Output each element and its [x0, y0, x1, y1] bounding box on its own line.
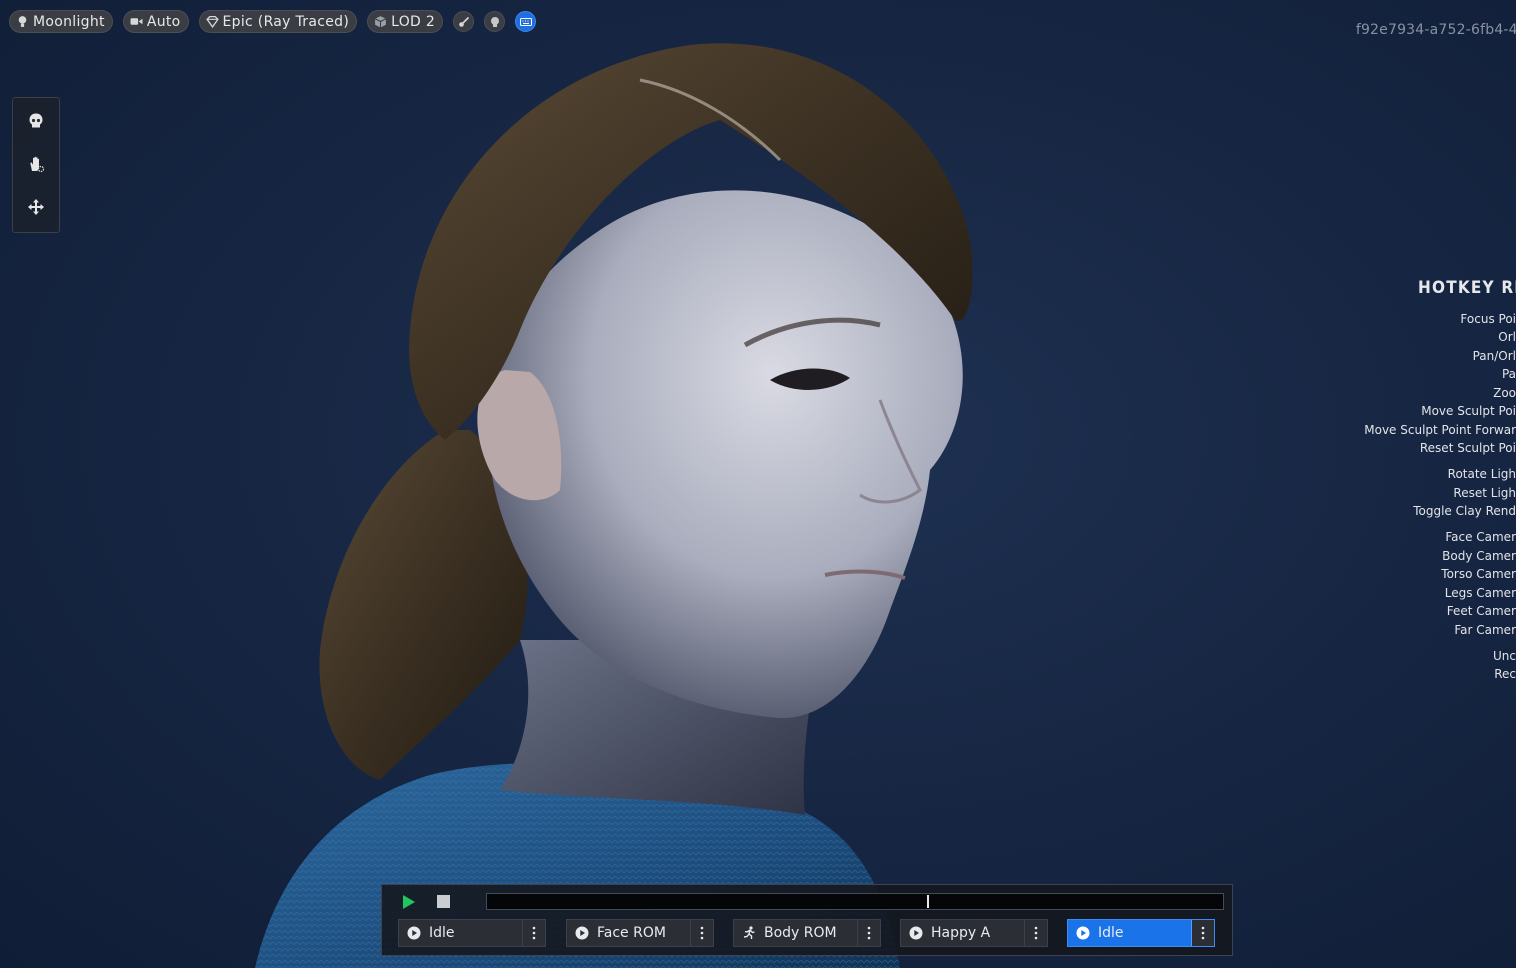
keyboard-icon: [519, 16, 532, 28]
kebab-icon: [532, 926, 536, 940]
sculpt-hand-icon: [27, 155, 45, 173]
hotkey-item: Legs Camer: [1444, 586, 1516, 600]
more-options-button[interactable]: [1191, 920, 1214, 946]
lighting-dropdown[interactable]: Moonlight: [9, 10, 113, 33]
hotkey-item: Move Sculpt Point Forwar: [1364, 423, 1516, 437]
animation-timeline[interactable]: [486, 893, 1224, 910]
brush-button[interactable]: [453, 11, 475, 32]
sculpt-tool-button[interactable]: [25, 153, 47, 175]
animation-label: Happy A: [931, 925, 991, 941]
tool-palette: [12, 97, 60, 233]
animation-button-face-rom[interactable]: Face ROM: [566, 919, 714, 947]
diamond-icon: [205, 15, 219, 28]
camera-mode-label: Auto: [146, 13, 181, 30]
quality-dropdown[interactable]: Epic (Ray Traced): [198, 10, 358, 33]
skull-icon: [27, 112, 45, 130]
hotkey-item: Face Camer: [1445, 530, 1516, 544]
3d-viewport[interactable]: [0, 0, 1516, 968]
running-figure-icon: [742, 926, 756, 940]
move-tool-button[interactable]: [25, 196, 47, 218]
lod-dropdown[interactable]: LOD 2: [367, 10, 444, 33]
hotkey-item: Feet Camer: [1446, 604, 1516, 618]
more-options-button[interactable]: [857, 920, 880, 946]
hotkey-item: Pa: [1501, 367, 1516, 381]
play-circle-icon: [1076, 926, 1090, 940]
kebab-icon: [700, 926, 704, 940]
move-arrows-icon: [27, 198, 45, 216]
hotkey-item: Zoo: [1493, 386, 1516, 400]
play-button[interactable]: [402, 894, 416, 910]
quality-label: Epic (Ray Traced): [222, 13, 350, 30]
video-camera-icon: [130, 15, 143, 28]
play-circle-icon: [575, 926, 589, 940]
hotkey-item: Orl: [1498, 330, 1516, 344]
animation-label: Idle: [429, 925, 455, 941]
top-toolbar: Moonlight Auto Epic (Ray Traced) LOD 2: [9, 10, 537, 33]
animation-button-idle-selected[interactable]: Idle: [1067, 919, 1215, 947]
character-render: [255, 43, 973, 968]
play-icon: [403, 895, 415, 909]
more-options-button[interactable]: [690, 920, 713, 946]
animation-button-happy-a[interactable]: Happy A: [900, 919, 1048, 947]
hotkey-item: Rec: [1494, 667, 1516, 681]
kebab-icon: [867, 926, 871, 940]
hotkey-item: Rotate Ligh: [1447, 467, 1516, 481]
kebab-icon: [1034, 926, 1038, 940]
hotkey-item: Focus Poi: [1460, 312, 1516, 326]
lod-label: LOD 2: [391, 13, 436, 30]
brush-icon: [458, 16, 470, 28]
animation-button-idle[interactable]: Idle: [398, 919, 546, 947]
cube-icon: [374, 15, 387, 28]
hotkey-item: Toggle Clay Rend: [1413, 504, 1516, 518]
hotkey-item: Reset Sculpt Poi: [1419, 441, 1516, 455]
head-icon: [489, 16, 501, 28]
lighting-label: Moonlight: [33, 13, 105, 30]
hotkey-item: Pan/Orl: [1472, 349, 1516, 363]
more-options-button[interactable]: [522, 920, 545, 946]
animation-label: Body ROM: [764, 925, 837, 941]
play-circle-icon: [407, 926, 421, 940]
kebab-icon: [1201, 926, 1205, 940]
hotkey-item: Move Sculpt Poi: [1421, 404, 1516, 418]
hotkey-item: Body Camer: [1442, 549, 1516, 563]
head-button[interactable]: [484, 11, 506, 32]
session-id: f92e7934-a752-6fb4-42b: [1355, 22, 1516, 38]
lightbulb-icon: [16, 15, 29, 28]
skull-tool-button[interactable]: [25, 110, 47, 132]
animation-label: Face ROM: [597, 925, 666, 941]
hotkey-item: Reset Ligh: [1453, 486, 1516, 500]
animation-label: Idle: [1098, 925, 1124, 941]
stop-button[interactable]: [437, 895, 450, 908]
animation-button-body-rom[interactable]: Body ROM: [733, 919, 881, 947]
timeline-playhead[interactable]: [927, 895, 929, 908]
animation-panel: Idle Face ROM Body ROM Happy A Idle: [381, 884, 1233, 956]
hotkey-panel-title: HOTKEY REI: [1418, 278, 1516, 298]
keyboard-button[interactable]: [515, 11, 537, 32]
play-circle-icon: [909, 926, 923, 940]
hotkey-item: Unc: [1493, 649, 1516, 663]
hotkey-item: Far Camer: [1454, 623, 1516, 637]
hotkey-item: Torso Camer: [1441, 567, 1516, 581]
more-options-button[interactable]: [1024, 920, 1047, 946]
camera-mode-dropdown[interactable]: Auto: [122, 10, 189, 33]
